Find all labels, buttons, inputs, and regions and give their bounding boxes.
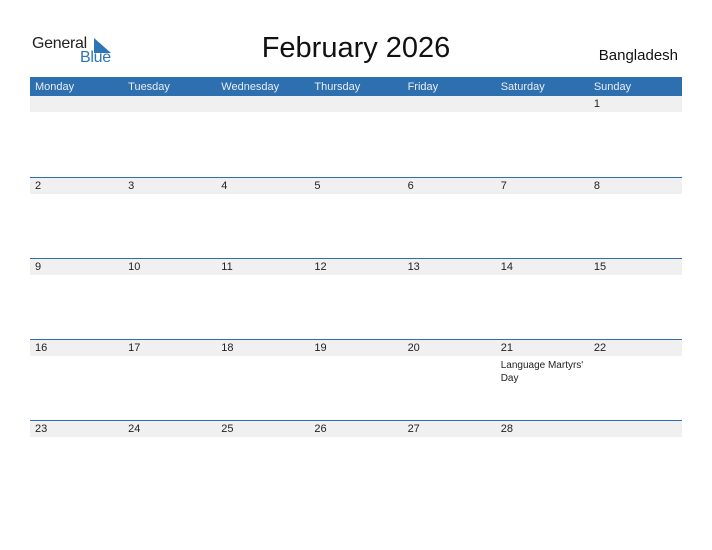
day-number: 20	[407, 342, 420, 354]
day-cell: 11	[216, 259, 310, 340]
day-band	[216, 96, 310, 112]
weekday-friday: Friday	[407, 81, 439, 93]
day-cell	[309, 96, 403, 177]
day-cell: 14	[495, 259, 589, 340]
day-number: 1	[593, 98, 600, 110]
day-band	[123, 96, 217, 112]
day-band	[495, 96, 589, 112]
day-band	[588, 178, 682, 194]
day-number: 14	[500, 261, 513, 273]
calendar-grid: Monday Tuesday Wednesday Thursday Friday…	[30, 77, 682, 437]
day-cell: 8	[588, 178, 682, 259]
week-row: 2 3 4 5 6 7 8	[30, 177, 682, 259]
day-cell: 21 Language Martyrs' Day	[495, 340, 589, 421]
day-number: 27	[407, 423, 420, 435]
weekday-wednesday: Wednesday	[221, 81, 280, 93]
day-number: 12	[314, 261, 327, 273]
day-number: 6	[407, 180, 414, 192]
day-cell: 19	[309, 340, 403, 421]
day-cell: 26	[309, 421, 403, 502]
day-number: 16	[35, 342, 48, 354]
day-cell: 15	[588, 259, 682, 340]
day-band	[495, 178, 589, 194]
day-cell: 5	[309, 178, 403, 259]
day-number: 7	[500, 180, 507, 192]
day-number: 22	[593, 342, 607, 354]
day-band	[588, 96, 682, 112]
day-cell	[402, 96, 496, 177]
day-number: 21	[500, 342, 513, 354]
day-band	[588, 421, 682, 437]
day-cell: 23	[30, 421, 124, 502]
day-number: 24	[128, 423, 141, 435]
day-band	[309, 96, 403, 112]
day-number: 19	[314, 342, 327, 354]
day-cell: 9	[30, 259, 124, 340]
day-number: 15	[593, 261, 607, 273]
day-cell: 7	[495, 178, 589, 259]
day-number: 28	[500, 423, 513, 435]
day-band	[309, 178, 403, 194]
week-row: 23 24 25 26 27 28	[30, 420, 682, 502]
week-row: 16 17 18 19 20 21 Language Martyrs' Day 22	[30, 339, 682, 421]
day-cell	[216, 96, 310, 177]
day-band	[30, 178, 124, 194]
weekday-monday: Monday	[35, 81, 75, 93]
day-cell: 24	[123, 421, 217, 502]
day-cell: 17	[123, 340, 217, 421]
day-cell: 10	[123, 259, 217, 340]
day-band	[123, 178, 217, 194]
day-cell	[588, 421, 682, 502]
day-cell: 25	[216, 421, 310, 502]
day-cell: 2	[30, 178, 124, 259]
weekday-saturday: Saturday	[500, 81, 545, 93]
day-number: 5	[314, 180, 321, 192]
day-cell: 12	[309, 259, 403, 340]
day-cell: 3	[123, 178, 217, 259]
day-cell: 13	[402, 259, 496, 340]
day-number: 3	[128, 180, 135, 192]
day-cell	[495, 96, 589, 177]
day-cell: 16	[30, 340, 124, 421]
day-cell: 4	[216, 178, 310, 259]
week-row: 9 10 11 12 13 14 15	[30, 258, 682, 340]
weekday-thursday: Thursday	[314, 81, 361, 93]
day-band	[30, 259, 124, 275]
day-number: 2	[35, 180, 42, 192]
day-number: 26	[314, 423, 327, 435]
day-cell: 22	[588, 340, 682, 421]
day-number: 8	[593, 180, 600, 192]
day-band	[402, 96, 496, 112]
day-number: 9	[35, 261, 42, 273]
weekday-sunday: Sunday	[593, 81, 632, 93]
weekday-tuesday: Tuesday	[128, 81, 170, 93]
week-row: 1	[30, 96, 682, 177]
day-cell: 18	[216, 340, 310, 421]
day-cell	[30, 96, 124, 177]
day-cell: 20	[402, 340, 496, 421]
country-label: Bangladesh	[598, 47, 678, 64]
day-number: 25	[221, 423, 234, 435]
day-number: 11	[221, 261, 233, 273]
day-band	[216, 178, 310, 194]
day-cell	[123, 96, 217, 177]
day-band	[402, 178, 496, 194]
day-number: 17	[128, 342, 141, 354]
holiday-event: Language Martyrs' Day	[500, 360, 584, 384]
day-number: 10	[128, 261, 141, 273]
day-cell: 28	[495, 421, 589, 502]
day-band	[30, 96, 124, 112]
day-number: 13	[407, 261, 420, 273]
day-cell: 27	[402, 421, 496, 502]
day-number: 23	[35, 423, 48, 435]
day-number: 18	[221, 342, 234, 354]
day-number: 4	[221, 180, 228, 192]
day-cell: 6	[402, 178, 496, 259]
day-cell: 1	[588, 96, 682, 177]
weekday-header: Monday Tuesday Wednesday Thursday Friday…	[30, 77, 682, 97]
